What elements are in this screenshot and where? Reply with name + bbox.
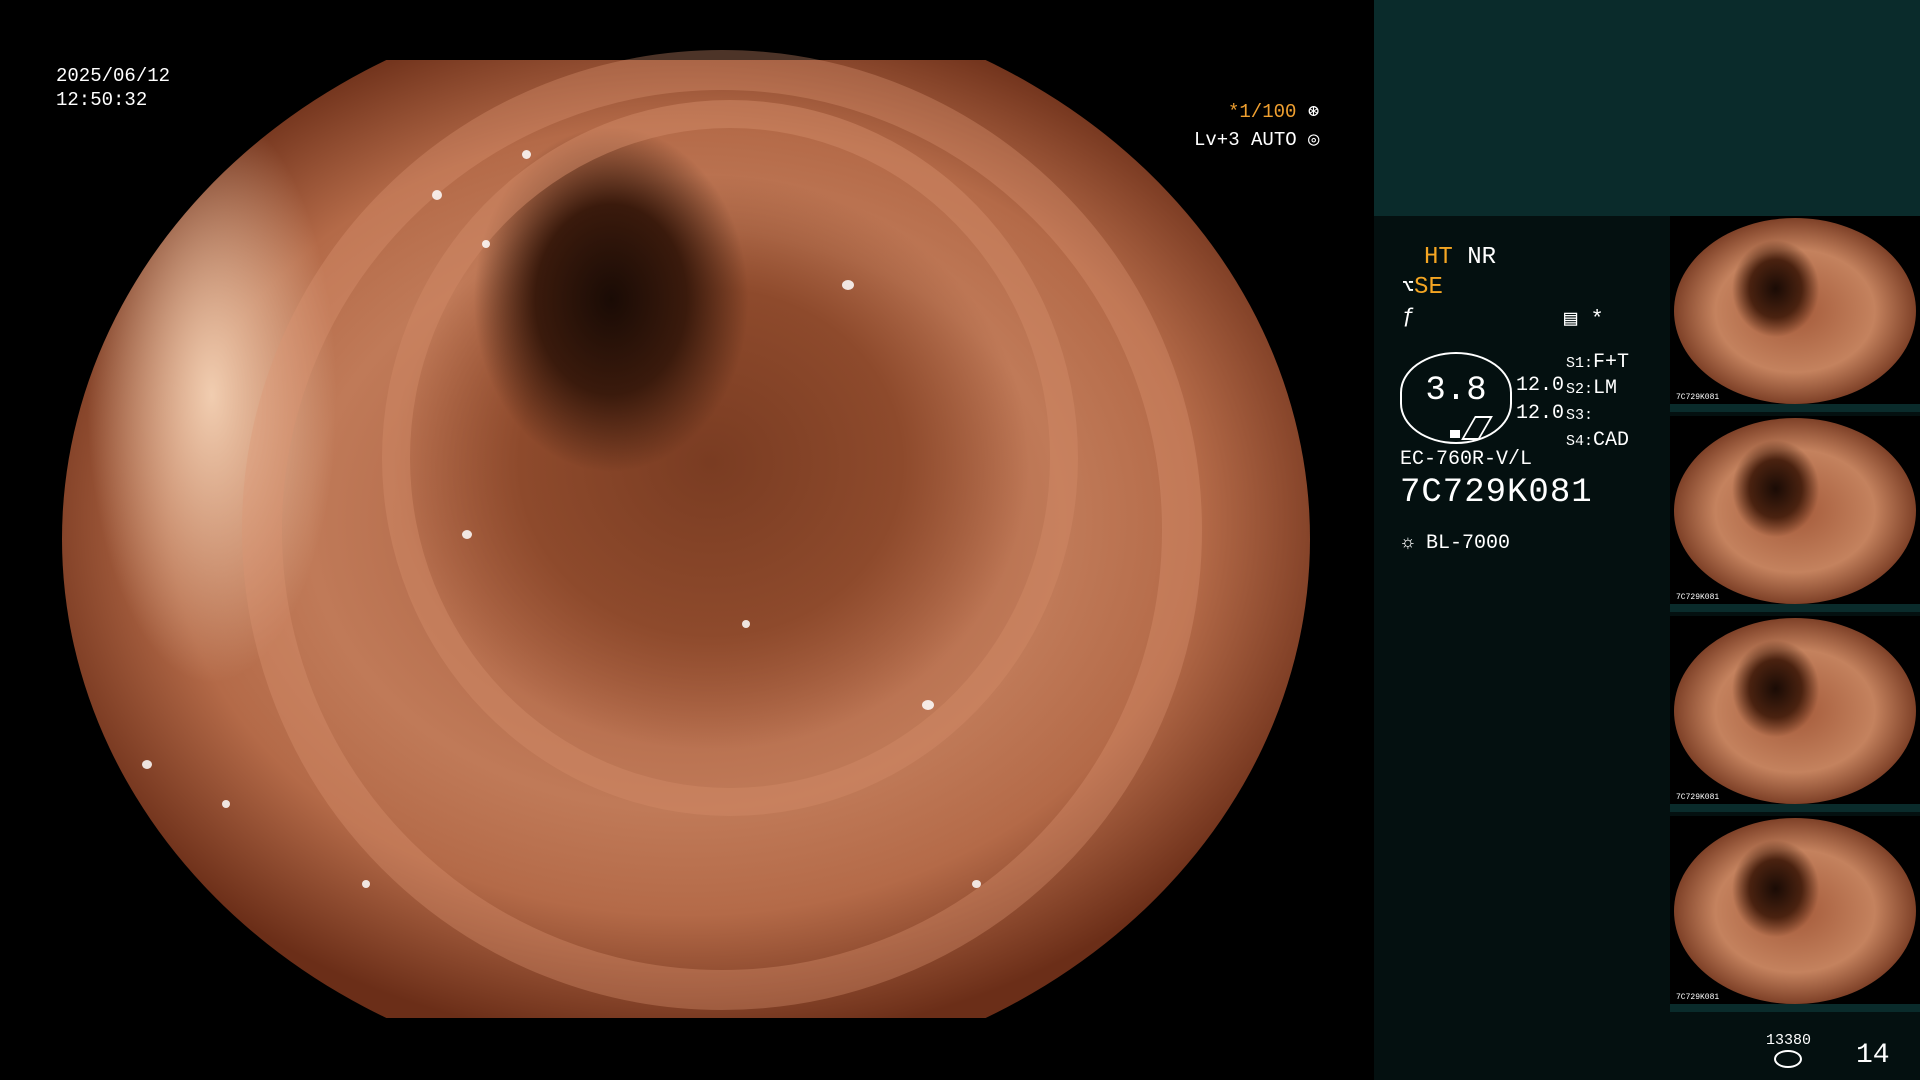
oval-value: 3.8: [1425, 372, 1487, 410]
settings-panel-icon: ▤: [1564, 307, 1578, 332]
se-label: SE: [1414, 274, 1443, 301]
iris-value: AUTO: [1251, 129, 1297, 151]
glint: [462, 530, 472, 539]
timestamp: 2025/06/12 12:50:32: [56, 64, 170, 112]
asterisk-mark: *: [1590, 307, 1604, 332]
light-source: ☼ BL-7000: [1402, 532, 1510, 555]
thumbnail-caption: 7C729K081: [1676, 993, 1720, 1002]
ht-label: HT: [1424, 244, 1453, 271]
thumbnail-strip: 7C729K081 7C729K081 7C729K081 7C729K081: [1670, 216, 1920, 1016]
sun-icon: ☼: [1402, 532, 1415, 555]
oval-marker: [1450, 430, 1460, 438]
slot-4: S4:CAD: [1566, 429, 1630, 452]
switch-slots: S1:F+T S2:LM S3: S4:CAD: [1566, 350, 1629, 454]
glint: [432, 190, 442, 200]
level-readout: Lv+3 AUTO ◎: [1194, 128, 1319, 151]
nr-label: NR: [1467, 244, 1497, 271]
slot-1: S1:F+T: [1566, 351, 1630, 374]
shutter-value: *1/100: [1228, 101, 1297, 123]
image-count-small: 13380: [1766, 1032, 1812, 1049]
glint: [142, 760, 152, 769]
enhancement-icon: ⌥: [1402, 277, 1415, 300]
thumbnail[interactable]: 7C729K081: [1670, 416, 1920, 612]
thumbnail-caption: 7C729K081: [1676, 793, 1720, 802]
shutter-icon: ⊛: [1307, 101, 1320, 123]
thumbnail-bar: [1670, 604, 1920, 612]
glint: [482, 240, 490, 248]
info-panel-header: [1374, 0, 1920, 216]
storage-icon: [1774, 1050, 1802, 1068]
thumbnail-image: [1674, 418, 1916, 604]
value-1: 12.0: [1516, 374, 1565, 397]
thumbnail-image: [1674, 818, 1916, 1004]
glint: [922, 700, 934, 710]
scope-model: EC-760R-V/L: [1400, 448, 1533, 471]
values: 12.0 12.0: [1516, 372, 1564, 428]
scope-serial: 7C729K081: [1400, 474, 1593, 512]
glint: [742, 620, 750, 628]
shutter-readout: *1/100 ⊛: [1228, 100, 1319, 123]
glint: [972, 880, 981, 888]
time: 12:50:32: [56, 89, 148, 111]
panel-icons: ▤ *: [1564, 306, 1604, 332]
glint: [222, 800, 230, 808]
thumbnail-bar: [1670, 1004, 1920, 1012]
thumbnail-caption: 7C729K081: [1676, 593, 1720, 602]
enhancement-mode: ⌥SE: [1402, 274, 1443, 301]
slot-2: S2:LM: [1566, 377, 1618, 400]
date: 2025/06/12: [56, 65, 171, 87]
thumbnail[interactable]: 7C729K081: [1670, 816, 1920, 1012]
thumbnail-image: [1674, 618, 1916, 804]
glint: [842, 280, 854, 290]
thumbnail-bar: [1670, 404, 1920, 412]
iris-icon: ◎: [1308, 129, 1320, 151]
slot-3: S3:: [1566, 407, 1594, 424]
thumbnail-bar: [1670, 804, 1920, 812]
value-2: 12.0: [1516, 402, 1565, 425]
thumbnail-caption: 7C729K081: [1676, 393, 1720, 402]
endoscope-view: [62, 50, 1310, 1018]
glint: [362, 880, 370, 888]
thumbnail[interactable]: 7C729K081: [1670, 216, 1920, 412]
thumbnail[interactable]: 7C729K081: [1670, 616, 1920, 812]
thumbnail-image: [1674, 218, 1916, 404]
lumen-fold: [242, 50, 1202, 1010]
f-icon: ƒ: [1402, 304, 1416, 329]
image-mode: HT NR: [1424, 244, 1496, 271]
level-value: Lv+3: [1194, 129, 1240, 151]
light-source-label: BL-7000: [1426, 532, 1511, 555]
image-count: 14: [1856, 1040, 1890, 1071]
glint: [522, 150, 531, 159]
